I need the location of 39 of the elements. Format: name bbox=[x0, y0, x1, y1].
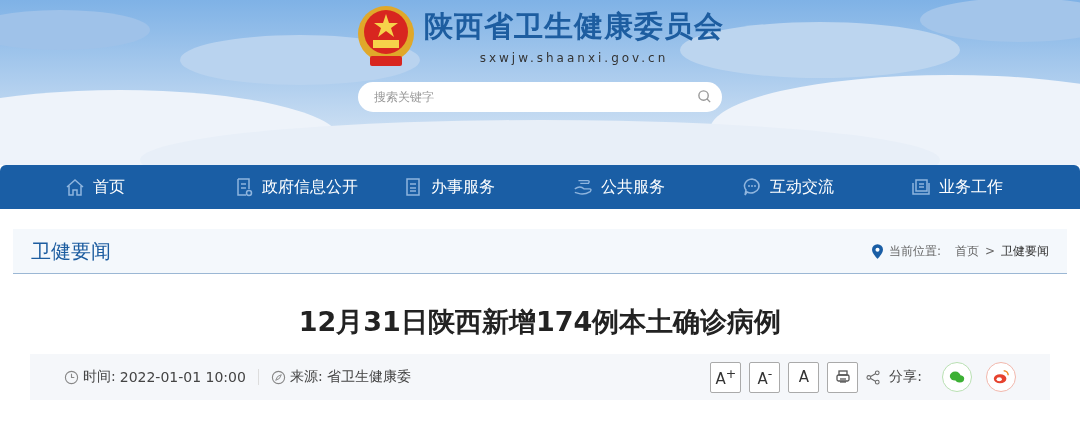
font-size-button[interactable]: A$^{-}$ bbox=[749, 361, 781, 393]
search-icon[interactable] bbox=[697, 89, 712, 104]
nav-link[interactable]: 办事服务 bbox=[431, 176, 496, 198]
source-label: 来源: bbox=[289, 368, 323, 386]
section-title: 卫健要闻 bbox=[31, 237, 111, 265]
font-size-button[interactable]: A$^{+}$ bbox=[710, 361, 742, 393]
publish-time: 2022-01-01 10:00 bbox=[119, 369, 246, 385]
hand-icon[interactable] bbox=[572, 177, 593, 197]
emblem-icon bbox=[356, 4, 416, 68]
article-title: 12月31日陕西新增174例本土确诊病例 bbox=[297, 305, 783, 339]
nav-link[interactable]: 互动交流 bbox=[769, 176, 834, 198]
printer-icon bbox=[834, 369, 851, 385]
time-label: 时间: bbox=[83, 368, 116, 386]
nav-link[interactable]: 业务工作 bbox=[938, 176, 1003, 198]
source-name: 省卫生健康委 bbox=[326, 368, 411, 386]
site-domain: sxwjw.shaanxi.gov.cn bbox=[479, 51, 669, 65]
print-button[interactable] bbox=[827, 361, 859, 393]
share-icon bbox=[866, 369, 882, 385]
nav-link[interactable]: 政府信息公开 bbox=[262, 176, 359, 198]
nav-link[interactable]: 首页 bbox=[93, 176, 125, 198]
weibo-icon bbox=[992, 368, 1010, 386]
document-icon[interactable] bbox=[234, 177, 255, 197]
share-label: 分享: bbox=[889, 368, 922, 386]
site-name: 陕西省卫生健康委员会 bbox=[424, 8, 724, 45]
nav-link[interactable]: 公共服务 bbox=[600, 176, 665, 198]
chat-icon[interactable] bbox=[741, 177, 762, 197]
font-size-button[interactable]: A bbox=[788, 361, 820, 393]
breadcrumb-label: 当前位置: bbox=[888, 242, 941, 260]
wechat-share-button[interactable] bbox=[942, 362, 972, 392]
compass-icon bbox=[270, 369, 286, 385]
breadcrumb-link[interactable]: 首页 bbox=[954, 242, 979, 260]
breadcrumb-separator: > bbox=[984, 244, 995, 258]
clock-icon bbox=[64, 369, 79, 385]
book-icon[interactable] bbox=[910, 177, 931, 197]
search-field[interactable]: 搜索关键字 bbox=[358, 82, 722, 112]
home-icon[interactable] bbox=[65, 177, 85, 197]
breadcrumb-link[interactable]: 卫健要闻 bbox=[1001, 242, 1049, 260]
location-pin-icon bbox=[871, 243, 883, 259]
weibo-share-button[interactable] bbox=[986, 362, 1016, 392]
